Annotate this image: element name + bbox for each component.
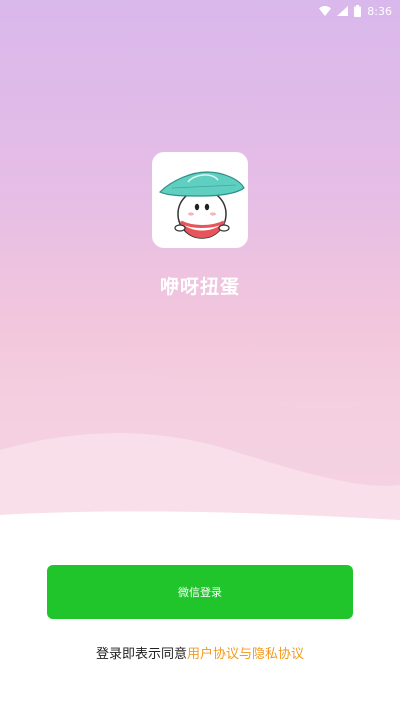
app-name: 咿呀扭蛋 — [159, 276, 240, 298]
wechat-login-button[interactable]: 微信登录 — [47, 565, 353, 619]
wifi-icon — [319, 6, 332, 16]
agreement-prefix: 登录即表示同意 — [95, 647, 187, 662]
agreement-text: 登录即表示同意用户协议与隐私协议 — [0, 643, 400, 662]
login-screen: 8:36 咿呀扭蛋 微信登录 登录即表示同意用户协议与隐私协议 — [0, 0, 400, 711]
signal-icon — [337, 6, 349, 16]
status-time: 8:36 — [367, 4, 392, 18]
capsule-mascot-icon — [158, 171, 245, 239]
status-bar: 8:36 — [0, 0, 400, 22]
battery-icon — [354, 5, 362, 17]
background-waves — [0, 373, 400, 540]
user-privacy-agreement-link[interactable]: 用户协议与隐私协议 — [187, 647, 304, 662]
app-logo — [152, 152, 248, 248]
